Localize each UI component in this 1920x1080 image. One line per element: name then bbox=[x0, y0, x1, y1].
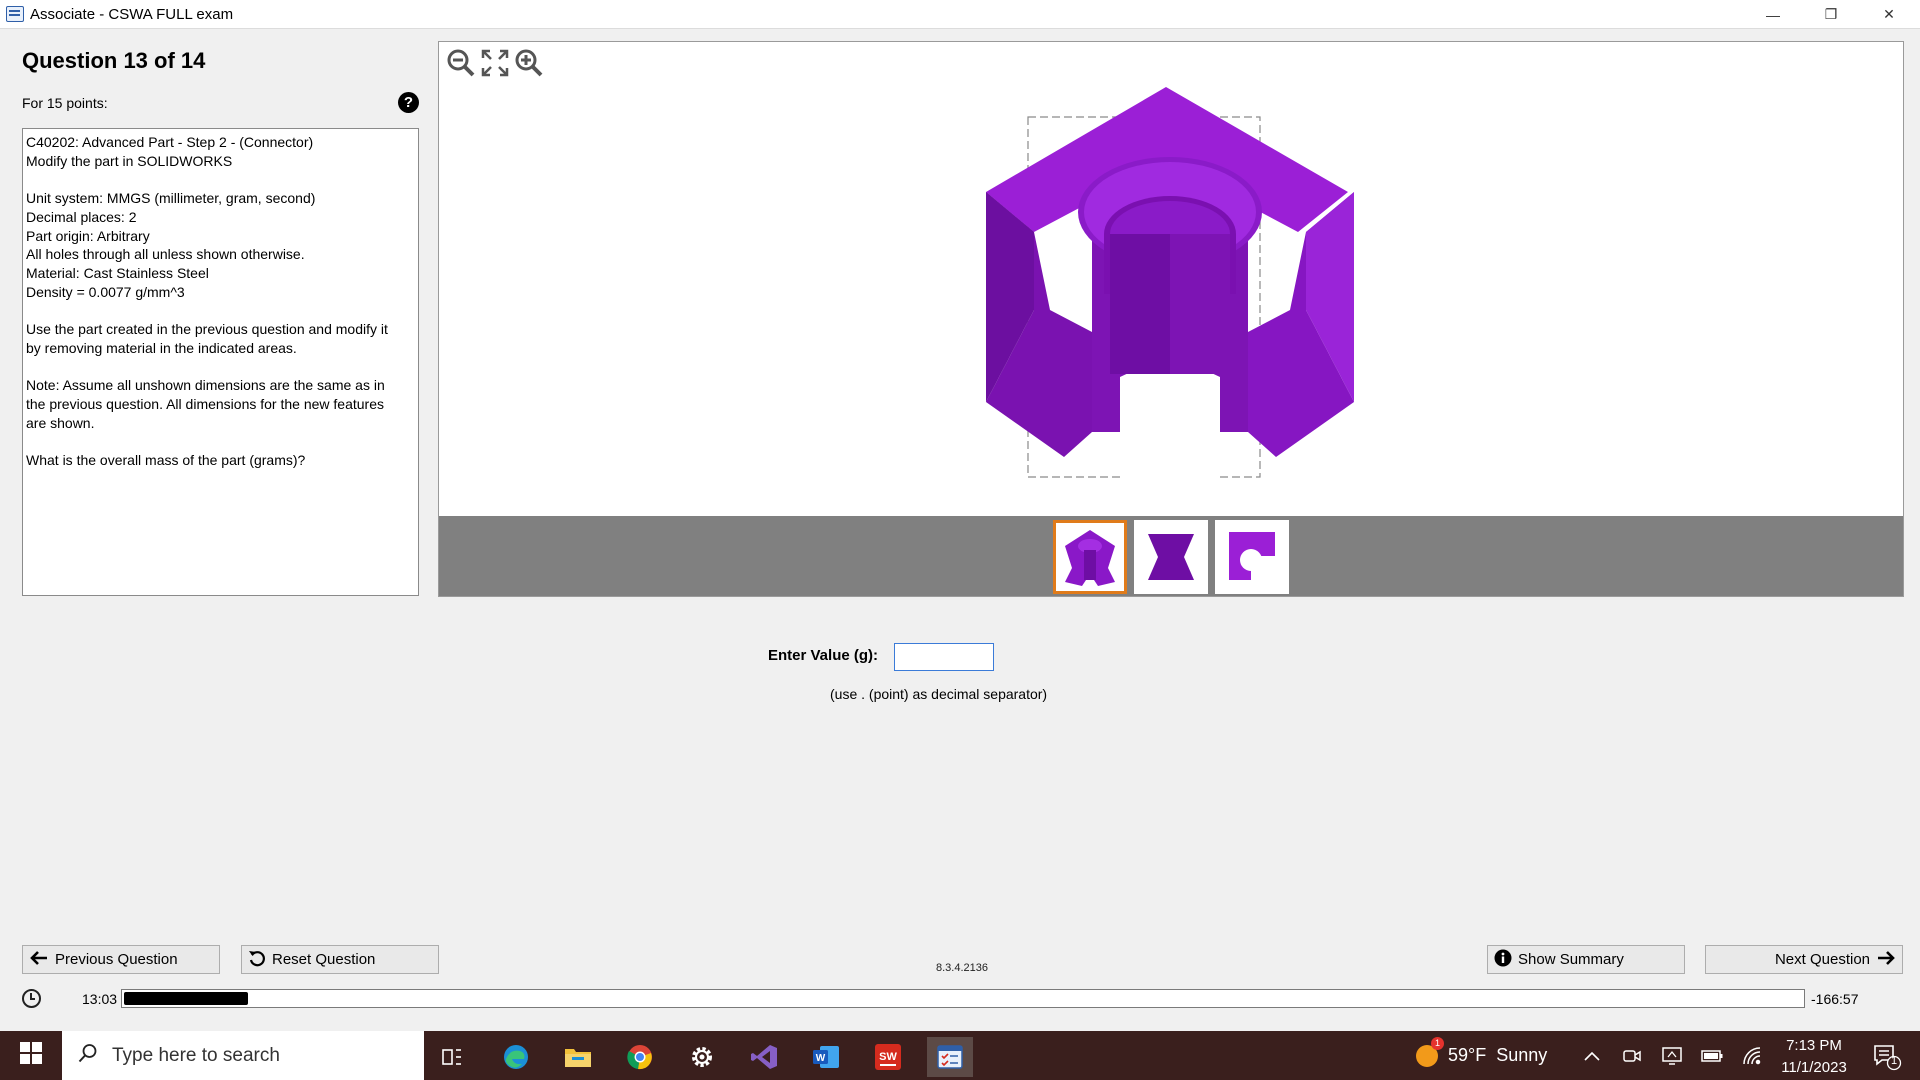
word-icon[interactable]: W bbox=[803, 1037, 849, 1077]
answer-label: Enter Value (g): bbox=[768, 647, 879, 664]
arrow-right-icon bbox=[1876, 950, 1896, 970]
taskbar-clock[interactable]: 7:13 PM 11/1/2023 bbox=[1772, 1035, 1856, 1079]
battery-icon[interactable] bbox=[1700, 1031, 1724, 1080]
notification-icon[interactable]: 1 bbox=[1872, 1041, 1902, 1071]
zoom-in-icon[interactable] bbox=[513, 47, 545, 79]
notification-count: 1 bbox=[1890, 1055, 1898, 1067]
question-line: Part origin: Arbitrary bbox=[26, 227, 150, 244]
question-line: Use the part created in the previous que… bbox=[26, 321, 388, 337]
help-icon[interactable]: ? bbox=[398, 92, 419, 113]
display-icon[interactable] bbox=[1660, 1031, 1684, 1080]
question-line: Density = 0.0077 g/mm^3 bbox=[26, 283, 185, 300]
windows-logo-icon bbox=[20, 1042, 42, 1069]
image-viewer bbox=[438, 41, 1904, 597]
reset-icon bbox=[248, 949, 266, 971]
question-paragraph: Unit system: MMGS (millimeter, gram, sec… bbox=[26, 189, 415, 301]
previous-question-button[interactable]: Previous Question bbox=[22, 945, 220, 974]
svg-text:SW: SW bbox=[879, 1051, 897, 1063]
chrome-icon[interactable] bbox=[617, 1037, 663, 1077]
question-line: Material: Cast Stainless Steel bbox=[26, 264, 209, 281]
edge-icon[interactable] bbox=[493, 1037, 539, 1077]
weather-temperature: 59°F bbox=[1448, 1045, 1487, 1065]
weather-widget[interactable]: 1 59°F Sunny bbox=[1416, 1031, 1547, 1080]
question-line: Unit system: MMGS (millimeter, gram, sec… bbox=[26, 190, 316, 207]
show-summary-button[interactable]: Show Summary bbox=[1487, 945, 1685, 974]
search-icon bbox=[78, 1043, 98, 1068]
minimize-button[interactable]: — bbox=[1750, 0, 1796, 29]
taskbar-time: 7:13 PM bbox=[1786, 1037, 1842, 1054]
app-icon bbox=[6, 6, 24, 22]
question-paragraph: What is the overall mass of the part (gr… bbox=[26, 451, 415, 470]
zoom-out-icon[interactable] bbox=[445, 47, 477, 79]
task-view-icon[interactable] bbox=[429, 1037, 475, 1077]
previous-question-label: Previous Question bbox=[55, 951, 178, 968]
question-line: Modify the part in SOLIDWORKS bbox=[26, 152, 233, 169]
thumbnail-strip bbox=[439, 516, 1903, 596]
wifi-icon[interactable] bbox=[1740, 1031, 1764, 1080]
thumbnail-top-view[interactable] bbox=[1215, 520, 1289, 594]
taskbar-date: 11/1/2023 bbox=[1781, 1059, 1847, 1076]
settings-icon[interactable] bbox=[679, 1037, 725, 1077]
question-points: For 15 points: bbox=[22, 95, 108, 111]
clock-icon bbox=[22, 989, 41, 1008]
question-paragraph: C40202: Advanced Part - Step 2 - (Connec… bbox=[26, 133, 415, 170]
arrow-left-icon bbox=[29, 950, 49, 970]
thumbnail-isometric-view[interactable] bbox=[1053, 520, 1127, 594]
question-line: Note: Assume all unshown dimensions are … bbox=[26, 377, 385, 394]
answer-input[interactable] bbox=[894, 643, 994, 671]
question-paragraph: Use the part created in the previous que… bbox=[26, 320, 415, 357]
meet-now-icon[interactable] bbox=[1620, 1031, 1644, 1080]
svg-text:W: W bbox=[816, 1053, 826, 1064]
taskbar-search[interactable] bbox=[62, 1031, 424, 1080]
visual-studio-icon[interactable] bbox=[741, 1037, 787, 1077]
fit-to-window-icon[interactable] bbox=[479, 47, 511, 79]
reset-question-label: Reset Question bbox=[272, 951, 376, 968]
question-line: the previous question. All dimensions fo… bbox=[26, 395, 384, 412]
question-line: What is the overall mass of the part (gr… bbox=[26, 451, 306, 468]
start-button[interactable] bbox=[0, 1031, 62, 1080]
answer-hint: (use . (point) as decimal separator) bbox=[830, 686, 1048, 702]
chevron-up-icon[interactable] bbox=[1580, 1031, 1604, 1080]
time-progress-bar bbox=[121, 989, 1805, 1008]
info-icon bbox=[1494, 949, 1512, 971]
question-paragraph: Note: Assume all unshown dimensions are … bbox=[26, 376, 415, 432]
question-line: Decimal places: 2 bbox=[26, 208, 137, 225]
exam-app-icon[interactable] bbox=[927, 1037, 973, 1077]
time-progress-fill bbox=[124, 992, 248, 1005]
title-bar: Associate - CSWA FULL exam — ❐ ✕ bbox=[0, 0, 1920, 29]
part-model-image bbox=[986, 87, 1354, 482]
close-button[interactable]: ✕ bbox=[1866, 0, 1912, 29]
file-explorer-icon[interactable] bbox=[555, 1037, 601, 1077]
window-title: Associate - CSWA FULL exam bbox=[30, 6, 234, 23]
question-line: All holes through all unless shown other… bbox=[26, 246, 305, 263]
image-viewer-main bbox=[439, 42, 1903, 516]
thumbnail-front-view[interactable] bbox=[1134, 520, 1208, 594]
time-remaining: -166:57 bbox=[1811, 991, 1859, 1007]
version-label: 8.3.4.2136 bbox=[936, 962, 988, 974]
weather-badge: 1 bbox=[1431, 1036, 1444, 1050]
question-title: Question 13 of 14 bbox=[22, 48, 206, 73]
question-text-box[interactable]: C40202: Advanced Part - Step 2 - (Connec… bbox=[22, 128, 419, 596]
next-question-button[interactable]: Next Question bbox=[1705, 945, 1903, 974]
next-question-label: Next Question bbox=[1774, 951, 1870, 968]
question-line: are shown. bbox=[26, 414, 95, 431]
time-elapsed: 13:03 bbox=[82, 991, 118, 1007]
reset-question-button[interactable]: Reset Question bbox=[241, 945, 439, 974]
question-line: C40202: Advanced Part - Step 2 - (Connec… bbox=[26, 134, 314, 150]
question-line: by removing material in the indicated ar… bbox=[26, 339, 297, 356]
sun-icon: 1 bbox=[1416, 1036, 1444, 1067]
weather-description: Sunny bbox=[1496, 1045, 1548, 1065]
show-summary-label: Show Summary bbox=[1518, 951, 1624, 968]
taskbar: W SW 1 59°F Sunny 7:13 PM 11/1/2023 1 bbox=[0, 1031, 1920, 1080]
solidworks-icon[interactable]: SW bbox=[865, 1037, 911, 1077]
maximize-button[interactable]: ❐ bbox=[1808, 0, 1854, 29]
zoom-toolbar bbox=[445, 47, 545, 79]
search-input[interactable] bbox=[112, 1044, 372, 1067]
